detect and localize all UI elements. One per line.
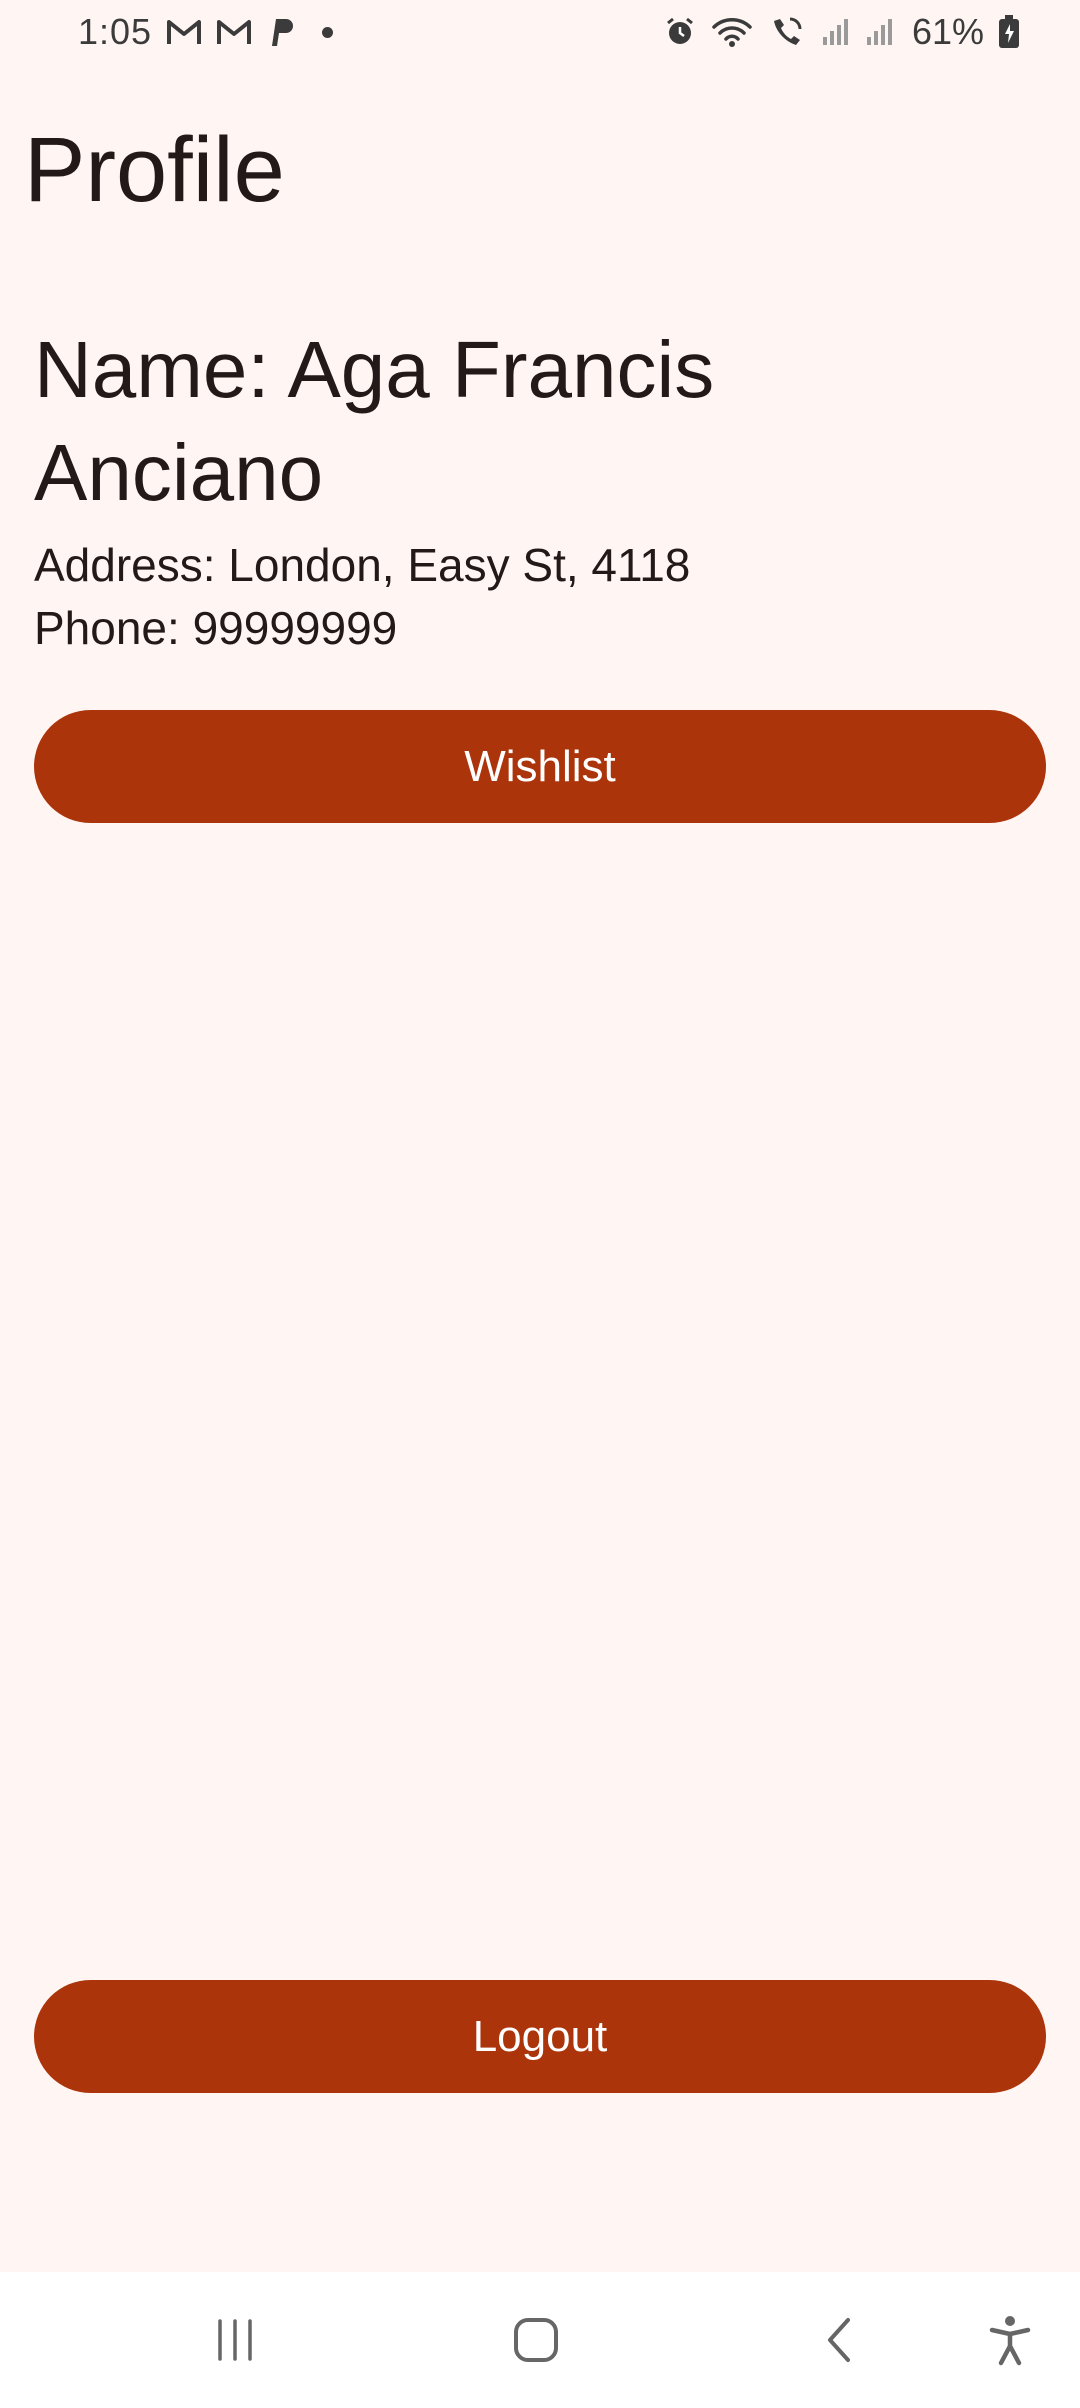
status-bar: 1:05 61% (0, 0, 1080, 64)
wifi-calling-icon (768, 15, 806, 49)
status-left: 1:05 (78, 11, 334, 53)
battery-charging-icon (998, 15, 1020, 49)
paypal-icon (266, 16, 294, 48)
recents-icon[interactable] (165, 2272, 305, 2408)
wifi-icon (710, 15, 754, 49)
signal-icon (864, 17, 894, 47)
gmail-icon (216, 17, 252, 47)
home-icon[interactable] (466, 2272, 606, 2408)
page-title: Profile (24, 119, 285, 221)
profile-info: Name: Aga Francis Anciano Address: Londo… (34, 318, 1034, 660)
profile-name: Name: Aga Francis Anciano (34, 325, 715, 517)
signal-icon (820, 17, 850, 47)
profile-address: Address: London, Easy St, 4118 (34, 539, 691, 591)
status-time: 1:05 (78, 11, 153, 52)
status-right: 61% (664, 11, 1020, 53)
navigation-bar (0, 2272, 1080, 2408)
logout-button[interactable]: Logout (34, 1980, 1046, 2093)
wishlist-button[interactable]: Wishlist (34, 710, 1046, 823)
gmail-icon (166, 17, 202, 47)
battery-percentage: 61% (911, 11, 984, 52)
alarm-icon (664, 16, 696, 48)
notification-dot (322, 26, 334, 38)
back-icon[interactable] (770, 2272, 910, 2408)
profile-phone: Phone: 99999999 (34, 602, 398, 654)
accessibility-icon[interactable] (940, 2272, 1080, 2408)
